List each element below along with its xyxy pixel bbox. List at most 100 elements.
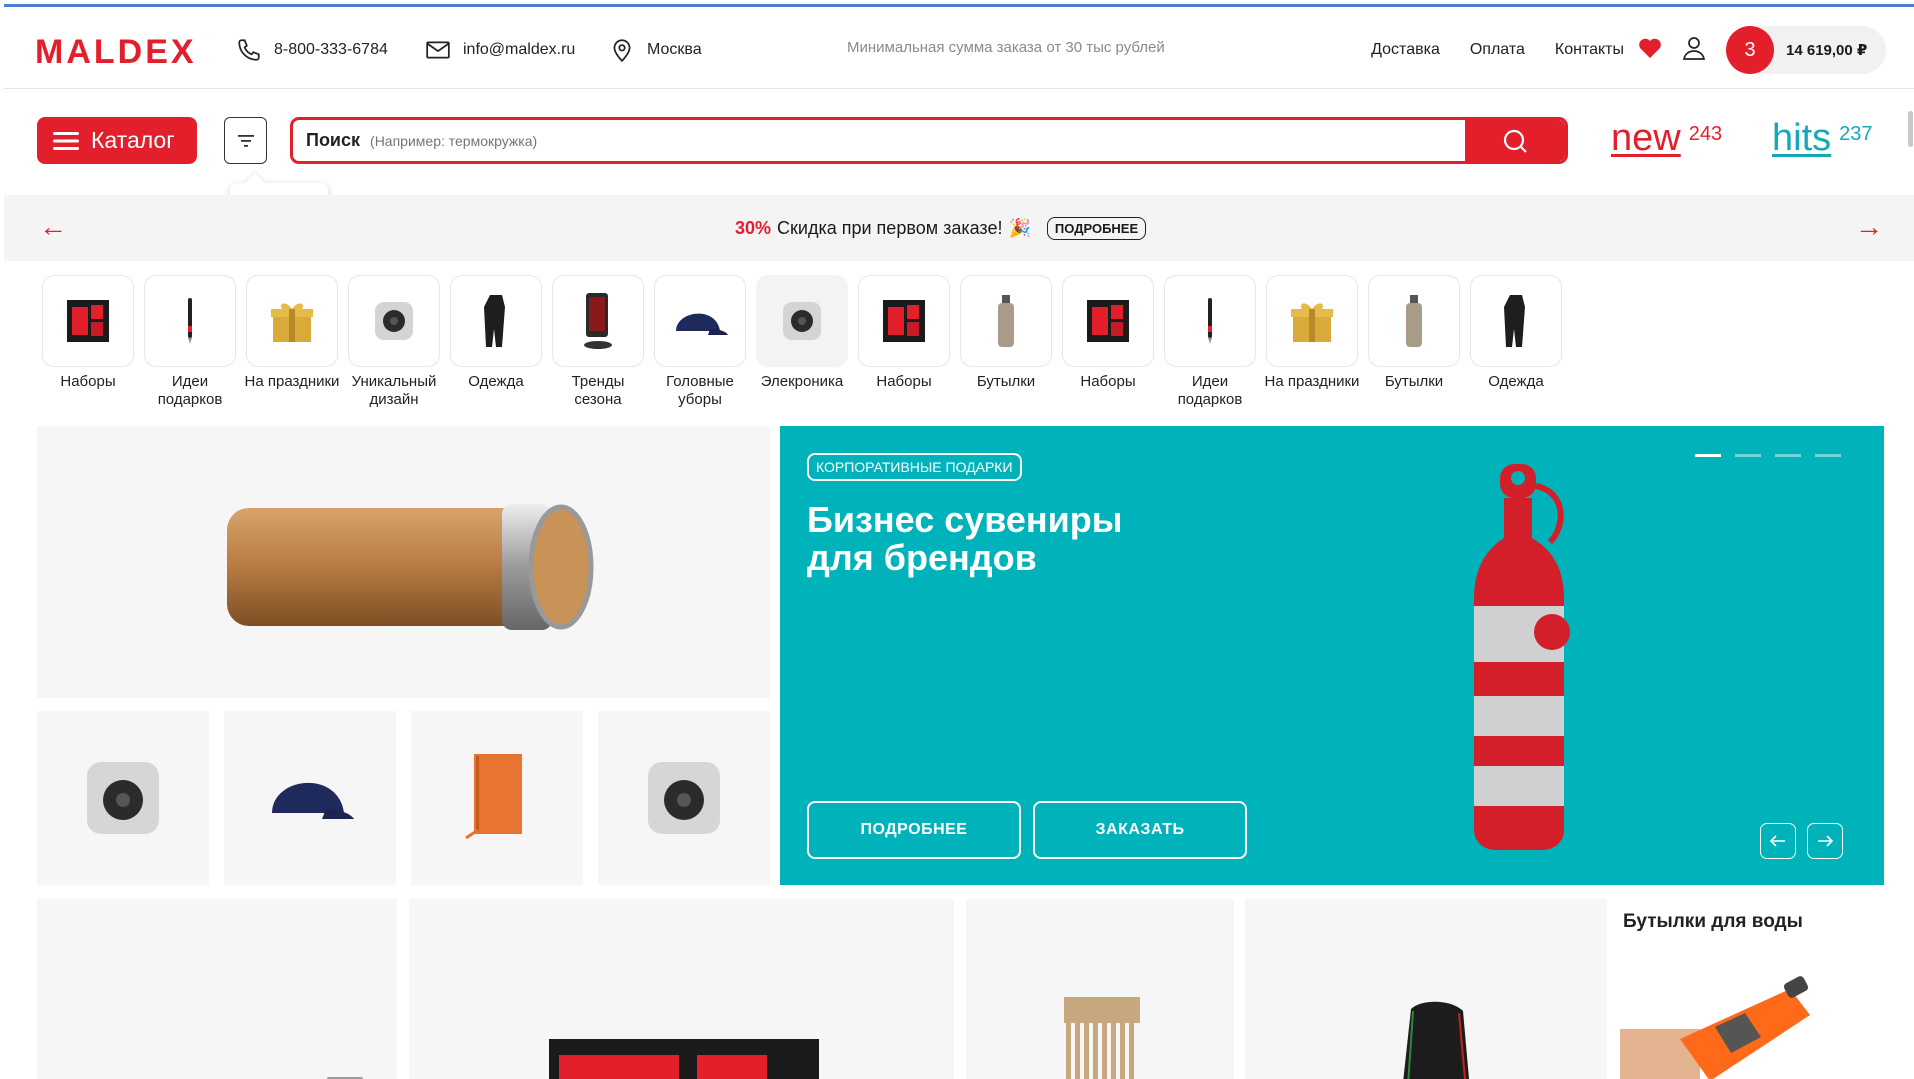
gift-set-icon: [42, 275, 134, 367]
category-item[interactable]: Тренды сезона: [548, 275, 648, 409]
pen-icon: [144, 275, 236, 367]
hero-more-button[interactable]: ПОДРОБНЕЕ: [807, 801, 1021, 859]
cap-icon: [272, 782, 354, 819]
email-contact[interactable]: info@maldex.ru: [425, 37, 575, 63]
category-item[interactable]: Уникальный дизайн: [344, 275, 444, 409]
category-item[interactable]: Одежда: [446, 275, 546, 391]
catalog-label: Каталог: [91, 127, 175, 153]
search-icon: [1503, 129, 1527, 153]
promo-percent: 30%: [735, 218, 772, 238]
hamburger-icon: [53, 131, 79, 150]
thermos-icon: [227, 504, 594, 630]
promo-text: Скидка при первом заказе!: [777, 218, 1003, 238]
nav-payment[interactable]: Оплата: [1470, 41, 1525, 59]
clothing-icon: [450, 275, 542, 367]
category-label: Наборы: [1080, 373, 1136, 390]
product-card[interactable]: [1245, 899, 1607, 1079]
category-item[interactable]: Бутылки: [956, 275, 1056, 391]
category-item[interactable]: Идеи подарков: [1160, 275, 1260, 409]
city-name: Москва: [647, 41, 702, 58]
user-account-icon[interactable]: [1682, 35, 1706, 61]
top-bar: MALDEX 8-800-333-6784 info@maldex.ru Мос…: [4, 7, 1914, 89]
arrow-left-icon: [1770, 835, 1785, 847]
bottles-title: Бутылки для воды: [1623, 911, 1803, 932]
category-label: Элекроника: [760, 373, 844, 390]
category-item[interactable]: На праздники: [1262, 275, 1362, 391]
category-label: Идеи подарков: [157, 373, 223, 408]
notebook-icon: [465, 754, 522, 840]
sport-bottle-icon: [1620, 976, 1810, 1079]
promo-banner: ← 30% Скидка при первом заказе! 🎉 ПОДРОБ…: [4, 195, 1914, 261]
category-item[interactable]: Идеи подарков: [140, 275, 240, 409]
nav-contacts[interactable]: Контакты: [1555, 41, 1624, 59]
category-label: Наборы: [60, 373, 116, 390]
catalog-button[interactable]: Каталог: [37, 117, 197, 164]
search-input[interactable]: [370, 132, 1451, 149]
top-nav: Доставка Оплата Контакты: [1371, 41, 1624, 59]
product-thumb[interactable]: [37, 711, 209, 885]
category-item[interactable]: Головные уборы: [650, 275, 750, 409]
favorites-heart-icon[interactable]: [1638, 37, 1662, 59]
category-item[interactable]: Бутылки: [1364, 275, 1464, 391]
gift-set-icon: [549, 1039, 819, 1079]
category-item[interactable]: Одежда: [1466, 275, 1566, 391]
category-item[interactable]: Наборы: [38, 275, 138, 391]
promo-next-arrow[interactable]: →: [1855, 213, 1883, 241]
product-card[interactable]: [966, 899, 1234, 1079]
category-label: Наборы: [876, 373, 932, 390]
gift-set-icon: [1062, 275, 1154, 367]
category-label: Уникальный дизайн: [351, 373, 437, 408]
search-bar: Поиск: [290, 117, 1568, 164]
speaker-icon: [87, 762, 159, 834]
category-strip: Наборы Идеи подарков На праздники Уникал…: [38, 275, 1914, 415]
hero-dot[interactable]: [1735, 454, 1761, 457]
product-thumb[interactable]: [224, 711, 396, 885]
clothing-icon: [1470, 275, 1562, 367]
phone-number: 8-800-333-6784: [274, 41, 388, 58]
cart-total: 14 619,00 ₽: [1786, 42, 1868, 59]
hero-order-button[interactable]: ЗАКАЗАТЬ: [1033, 801, 1247, 859]
hero-next-button[interactable]: [1807, 823, 1843, 859]
hero-pagination: [1695, 454, 1841, 457]
cap-icon: [654, 275, 746, 367]
category-label: Бутылки: [976, 373, 1036, 390]
promo-more-button[interactable]: ПОДРОБНЕЕ: [1046, 217, 1147, 240]
category-item[interactable]: Элекроника: [752, 275, 852, 391]
category-label: Тренды сезона: [571, 373, 625, 408]
filter-icon: [237, 134, 254, 147]
scrollbar-thumb[interactable]: [1908, 111, 1913, 147]
page-scrollbar[interactable]: [1906, 89, 1914, 1079]
nav-delivery[interactable]: Доставка: [1371, 41, 1440, 59]
email-address: info@maldex.ru: [463, 41, 576, 58]
gift-box-icon: [246, 275, 338, 367]
product-card[interactable]: [409, 899, 954, 1079]
hero-dot[interactable]: [1775, 454, 1801, 457]
hits-products-link[interactable]: hits 237: [1772, 117, 1873, 160]
new-products-link[interactable]: new 243: [1611, 117, 1722, 160]
category-item[interactable]: Наборы: [1058, 275, 1158, 391]
product-thumb[interactable]: [598, 711, 770, 885]
category-item[interactable]: На праздники: [242, 275, 342, 391]
phone-icon: [238, 39, 260, 61]
product-card[interactable]: [37, 899, 397, 1079]
hero-dot[interactable]: [1815, 454, 1841, 457]
hits-count: 237: [1839, 123, 1873, 145]
featured-product-image[interactable]: [37, 426, 770, 698]
bottle-icon: [1474, 464, 1570, 850]
pen-icon: [1164, 275, 1256, 367]
cart-button[interactable]: 3 14 619,00 ₽: [1726, 26, 1886, 74]
hero-prev-button[interactable]: [1760, 823, 1796, 859]
category-item[interactable]: Наборы: [854, 275, 954, 391]
filter-button[interactable]: [224, 117, 267, 164]
city-selector[interactable]: Москва: [609, 37, 702, 63]
logo[interactable]: MALDEX: [35, 33, 197, 72]
hero-dot[interactable]: [1695, 454, 1721, 457]
search-button[interactable]: [1465, 120, 1565, 161]
phone-contact[interactable]: 8-800-333-6784: [236, 37, 388, 63]
speaker-icon: [756, 275, 848, 367]
browser-window: MALDEX 8-800-333-6784 info@maldex.ru Мос…: [4, 4, 1914, 1079]
product-thumb[interactable]: [411, 711, 583, 885]
speaker-icon: [348, 275, 440, 367]
hero-title-line: Бизнес сувениры: [807, 499, 1123, 540]
promo-prev-arrow[interactable]: ←: [39, 213, 67, 241]
